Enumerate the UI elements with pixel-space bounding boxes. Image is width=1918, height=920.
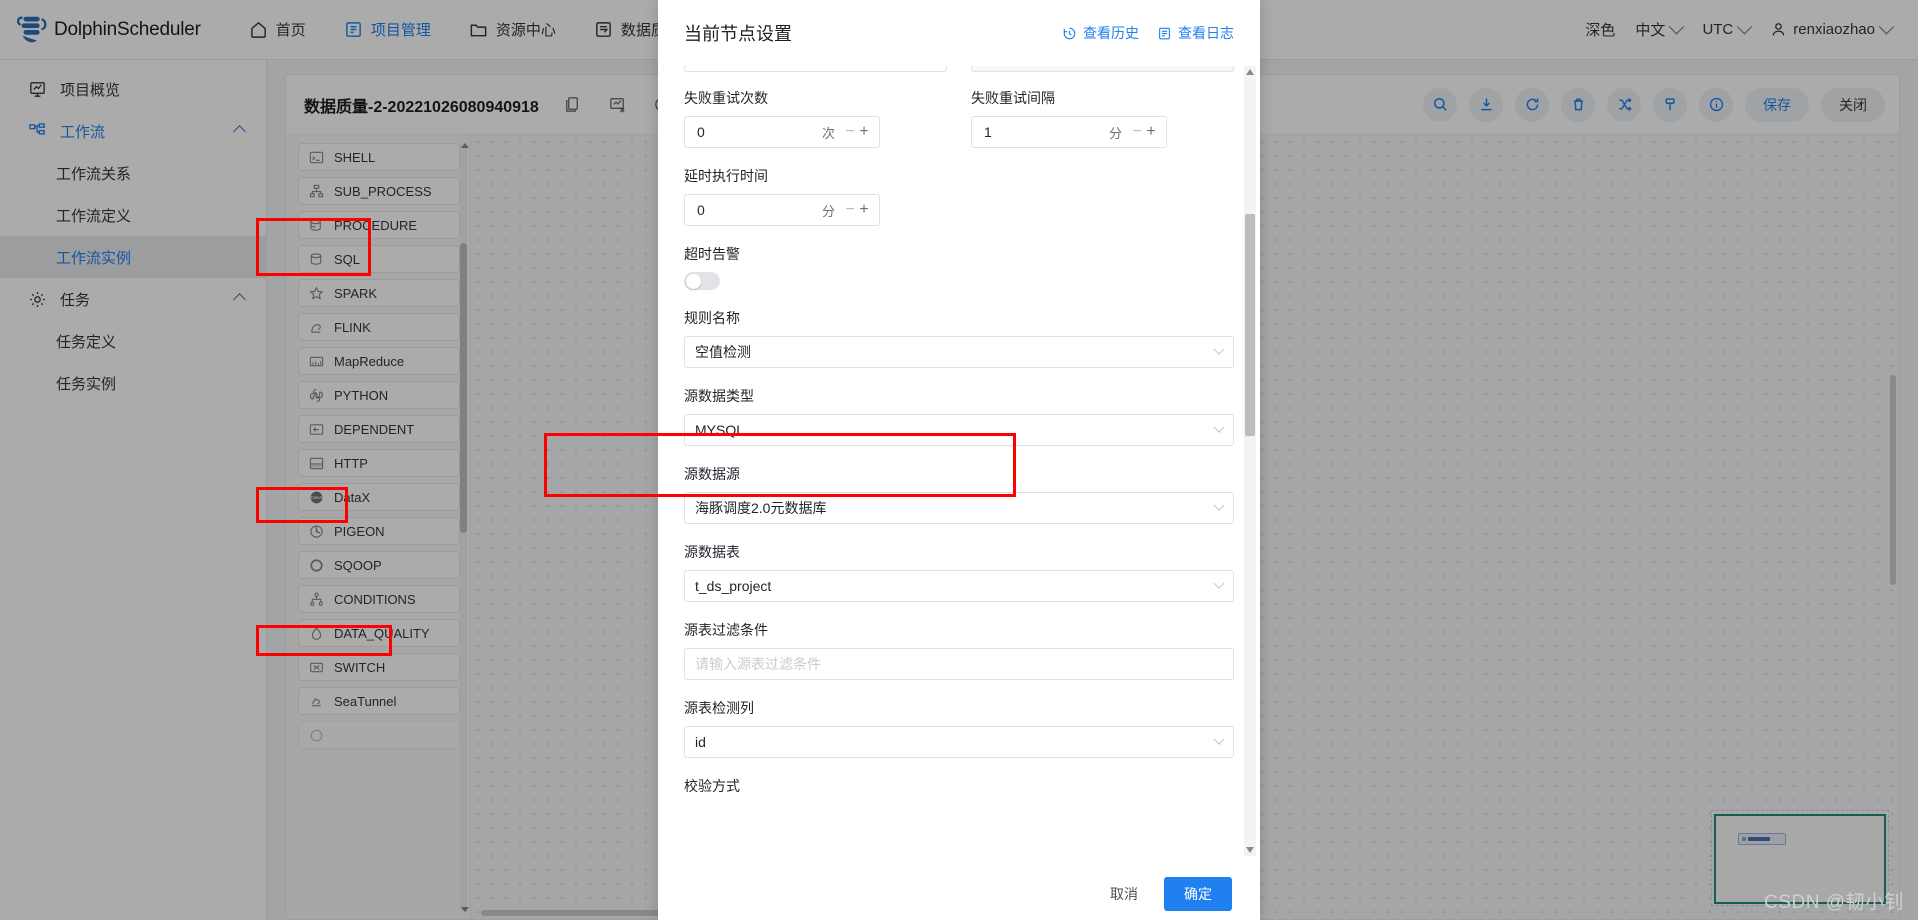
value-retry-times: 0 bbox=[697, 124, 705, 140]
cutoff-field-left[interactable] bbox=[684, 66, 947, 72]
history-clock-icon bbox=[1062, 26, 1077, 41]
value-delay-exec: 0 bbox=[697, 202, 705, 218]
label-src-table: 源数据表 bbox=[684, 544, 740, 560]
scroll-down-arrow-icon[interactable] bbox=[1246, 847, 1254, 853]
label-src-datasource: 源数据源 bbox=[684, 466, 740, 482]
modal-footer: 取消 确定 bbox=[658, 868, 1260, 920]
increment-button[interactable]: + bbox=[857, 201, 871, 219]
view-log-link[interactable]: 查看日志 bbox=[1157, 23, 1234, 43]
unit-retry-times: 次 bbox=[821, 125, 835, 141]
modal-form: 失败重试次数 0 次 − + 失败重试间隔 1 分 − + 延时执行时间 0 分… bbox=[684, 66, 1234, 796]
modal-header-links: 查看历史 查看日志 bbox=[1062, 23, 1234, 43]
label-check-method: 校验方式 bbox=[684, 778, 740, 794]
select-src-table[interactable]: t_ds_project bbox=[684, 570, 1234, 602]
chevron-down-icon bbox=[1213, 577, 1225, 589]
modal-scrollbar[interactable] bbox=[1244, 66, 1256, 856]
select-src-check-column[interactable]: id bbox=[684, 726, 1234, 758]
app-root: DolphinScheduler 首页 项目管理 资源中心 数据质量 深色 中文… bbox=[0, 0, 1918, 920]
label-src-datasource-type: 源数据类型 bbox=[684, 388, 754, 404]
cutoff-row bbox=[684, 66, 1234, 72]
view-log-label: 查看日志 bbox=[1178, 25, 1234, 41]
value-src-table: t_ds_project bbox=[695, 578, 772, 594]
input-retry-times[interactable]: 0 次 − + bbox=[684, 116, 880, 148]
node-settings-modal: 当前节点设置 查看历史 查看日志 失败重试次数 0 次 − + 失败重试间隔 1… bbox=[658, 0, 1260, 920]
watermark: CSDN @韧小钊 bbox=[1764, 892, 1904, 913]
field-check-method: 校验方式 bbox=[684, 776, 1234, 796]
value-rule-name: 空值检测 bbox=[695, 344, 751, 360]
input-delay-exec[interactable]: 0 分 − + bbox=[684, 194, 880, 226]
modal-header: 当前节点设置 查看历史 查看日志 bbox=[658, 0, 1260, 66]
field-retry-times: 失败重试次数 0 次 − + bbox=[684, 88, 947, 148]
field-src-filter: 源表过滤条件 请输入源表过滤条件 bbox=[684, 620, 1234, 680]
field-rule-name: 规则名称 空值检测 bbox=[684, 308, 1234, 368]
decrement-button[interactable]: − bbox=[1130, 123, 1144, 141]
label-delay-exec: 延时执行时间 bbox=[684, 168, 768, 184]
value-src-datasource: 海豚调度2.0元数据库 bbox=[695, 500, 827, 516]
view-history-link[interactable]: 查看历史 bbox=[1062, 23, 1139, 43]
increment-button[interactable]: + bbox=[1144, 123, 1158, 141]
value-src-datasource-type: MYSQL bbox=[695, 422, 745, 438]
log-icon bbox=[1157, 26, 1172, 41]
scroll-up-arrow-icon[interactable] bbox=[1246, 69, 1254, 75]
field-delay-exec: 延时执行时间 0 分 − + bbox=[684, 166, 1234, 226]
decrement-button[interactable]: − bbox=[843, 201, 857, 219]
modal-title: 当前节点设置 bbox=[684, 24, 792, 44]
field-timeout-alarm: 超时告警 bbox=[684, 244, 1234, 290]
input-retry-interval[interactable]: 1 分 − + bbox=[971, 116, 1167, 148]
select-src-datasource-type[interactable]: MYSQL bbox=[684, 414, 1234, 446]
retry-row: 失败重试次数 0 次 − + 失败重试间隔 1 分 − + bbox=[684, 88, 1234, 166]
chevron-down-icon bbox=[1213, 421, 1225, 433]
label-rule-name: 规则名称 bbox=[684, 310, 740, 326]
decrement-button[interactable]: − bbox=[843, 123, 857, 141]
value-src-check-column: id bbox=[695, 734, 706, 750]
select-rule-name[interactable]: 空值检测 bbox=[684, 336, 1234, 368]
confirm-button[interactable]: 确定 bbox=[1164, 877, 1232, 911]
chevron-down-icon bbox=[1213, 499, 1225, 511]
chevron-down-icon bbox=[1213, 733, 1225, 745]
input-src-filter[interactable]: 请输入源表过滤条件 bbox=[684, 648, 1234, 680]
label-retry-times: 失败重试次数 bbox=[684, 90, 768, 106]
toggle-knob bbox=[685, 273, 701, 289]
modal-scroll-thumb[interactable] bbox=[1245, 214, 1255, 436]
timeout-alarm-toggle[interactable] bbox=[684, 272, 720, 290]
field-src-table: 源数据表 t_ds_project bbox=[684, 542, 1234, 602]
field-src-datasource: 源数据源 海豚调度2.0元数据库 bbox=[684, 464, 1234, 524]
label-src-check-column: 源表检测列 bbox=[684, 700, 754, 716]
chevron-down-icon bbox=[1213, 343, 1225, 355]
value-retry-interval: 1 bbox=[984, 124, 992, 140]
field-src-check-column: 源表检测列 id bbox=[684, 698, 1234, 758]
select-src-datasource[interactable]: 海豚调度2.0元数据库 bbox=[684, 492, 1234, 524]
label-retry-interval: 失败重试间隔 bbox=[971, 90, 1055, 106]
unit-delay-exec: 分 bbox=[821, 203, 835, 219]
view-history-label: 查看历史 bbox=[1083, 25, 1139, 41]
cancel-button[interactable]: 取消 bbox=[1098, 878, 1150, 910]
label-timeout-alarm: 超时告警 bbox=[684, 246, 740, 262]
unit-retry-interval: 分 bbox=[1108, 125, 1122, 141]
cutoff-field-right[interactable] bbox=[971, 66, 1234, 72]
increment-button[interactable]: + bbox=[857, 123, 871, 141]
field-src-datasource-type: 源数据类型 MYSQL bbox=[684, 386, 1234, 446]
modal-body: 失败重试次数 0 次 − + 失败重试间隔 1 分 − + 延时执行时间 0 分… bbox=[658, 66, 1260, 868]
field-retry-interval: 失败重试间隔 1 分 − + bbox=[971, 88, 1234, 148]
placeholder-src-filter: 请输入源表过滤条件 bbox=[695, 656, 821, 672]
label-src-filter: 源表过滤条件 bbox=[684, 622, 768, 638]
